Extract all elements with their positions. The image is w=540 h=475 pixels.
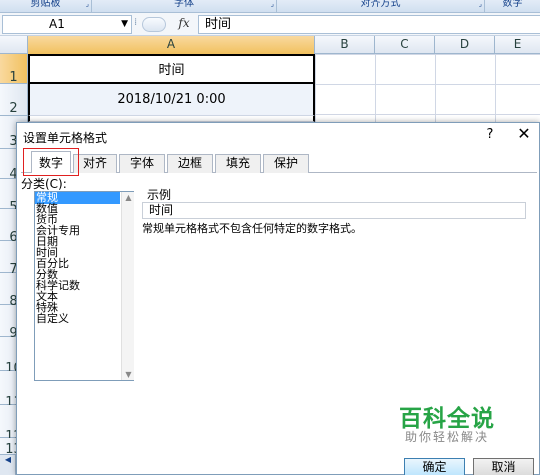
- tab-bar: 数字 对齐 字体 边框 填充 保护: [21, 151, 537, 173]
- ribbon-group-font[interactable]: 字体 ⌟: [92, 0, 277, 12]
- row-header-1[interactable]: 1: [0, 54, 28, 85]
- cancel-button[interactable]: 取消: [473, 458, 534, 475]
- dialog-launcher-icon[interactable]: ⌟: [479, 1, 482, 8]
- ribbon-strip: 剪贴板 ⌟ 字体 ⌟ 对齐方式 ⌟ 数字: [0, 0, 540, 13]
- sample-label: 示例: [147, 188, 172, 202]
- formula-bar-splitter-icon[interactable]: ⁞: [134, 17, 138, 32]
- formula-bar: A1 ▼ ⁞ fx 时间: [0, 13, 540, 36]
- category-label: 分类(C):: [21, 177, 67, 191]
- ribbon-group-clipboard[interactable]: 剪贴板 ⌟: [0, 0, 92, 12]
- dialog-title: 设置单元格格式: [23, 131, 108, 145]
- empty-cells-area[interactable]: [315, 54, 540, 122]
- cell-a1[interactable]: 时间: [28, 54, 315, 84]
- tab-fill[interactable]: 填充: [215, 154, 261, 173]
- tab-alignment[interactable]: 对齐: [73, 154, 117, 173]
- ribbon-group-number[interactable]: 数字: [485, 0, 540, 12]
- insert-function-button[interactable]: fx: [170, 15, 198, 34]
- ok-button[interactable]: 确定: [404, 458, 465, 475]
- column-header-d[interactable]: D: [435, 36, 495, 54]
- name-box-value: A1: [49, 17, 65, 31]
- column-header-a[interactable]: A: [28, 36, 315, 54]
- format-description: 常规单元格格式不包含任何特定的数字格式。: [142, 222, 362, 235]
- cell-a2[interactable]: 2018/10/21 0:00: [28, 84, 315, 116]
- help-button[interactable]: ?: [481, 127, 499, 143]
- dialog-launcher-icon[interactable]: ⌟: [271, 1, 274, 8]
- select-all-corner[interactable]: [0, 36, 28, 54]
- chevron-down-icon[interactable]: ▼: [124, 370, 133, 379]
- sheet-first-icon[interactable]: ◀: [0, 455, 16, 465]
- ribbon-group-label: 字体: [174, 0, 194, 9]
- format-cells-dialog: 设置单元格格式 ? ✕ 数字 对齐 字体 边框 填充 保护 分类(C): 常规 …: [16, 122, 540, 475]
- name-box[interactable]: A1 ▼: [2, 15, 132, 34]
- close-button[interactable]: ✕: [513, 125, 535, 145]
- formula-input[interactable]: 时间: [198, 15, 540, 34]
- category-scrollbar[interactable]: ▲ ▼: [121, 192, 134, 380]
- column-header-c[interactable]: C: [375, 36, 435, 54]
- chevron-up-icon[interactable]: ▲: [124, 193, 133, 202]
- dialog-launcher-icon[interactable]: ⌟: [86, 1, 89, 8]
- chevron-down-icon[interactable]: ▼: [121, 16, 128, 33]
- row-header-2[interactable]: 2: [0, 84, 28, 116]
- formula-bar-toggle[interactable]: [142, 17, 166, 32]
- tab-font[interactable]: 字体: [119, 154, 165, 173]
- ribbon-group-label: 数字: [502, 0, 523, 9]
- watermark-subtitle: 助你轻松解决: [405, 430, 490, 444]
- category-item-custom[interactable]: 自定义: [35, 313, 120, 325]
- ribbon-group-label: 剪贴板: [30, 0, 61, 9]
- column-header-b[interactable]: B: [315, 36, 375, 54]
- ribbon-group-alignment[interactable]: 对齐方式 ⌟: [277, 0, 485, 12]
- ribbon-group-label: 对齐方式: [360, 0, 401, 9]
- tab-border[interactable]: 边框: [167, 154, 213, 173]
- highlight-annotation-box: [23, 148, 79, 176]
- sample-preview: 时间: [142, 202, 526, 219]
- column-header-e[interactable]: E: [495, 36, 540, 54]
- tab-protection[interactable]: 保护: [263, 154, 309, 173]
- column-header-bar: A B C D E: [0, 36, 540, 54]
